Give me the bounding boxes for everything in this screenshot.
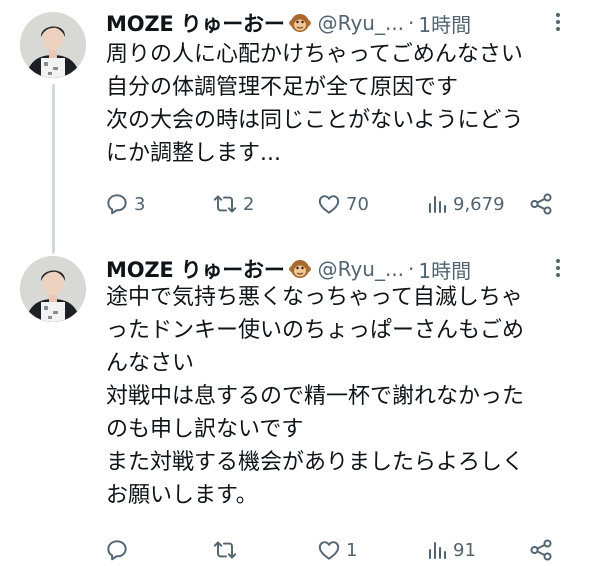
- reply-icon: [107, 194, 127, 215]
- tweet-text-line: 自分の体調管理不足が全て原因です: [106, 75, 459, 100]
- views-button[interactable]: 91: [425, 535, 476, 565]
- view-count: 9,679: [453, 193, 505, 215]
- reply-button[interactable]: [104, 535, 134, 565]
- tweet-text-line: 対戦中は息するので精一杯で謝れなかった: [106, 384, 525, 409]
- heart-icon: [318, 541, 340, 560]
- more-options-icon[interactable]: [544, 8, 572, 36]
- tweet-text-line: お願いします。: [106, 483, 258, 508]
- author-name[interactable]: MOZE りゅーおー: [106, 254, 285, 284]
- views-button[interactable]: 9,679: [425, 189, 505, 219]
- view-count: 91: [453, 539, 476, 561]
- separator-dot: ·: [408, 257, 415, 281]
- tweet-2[interactable]: MOZE りゅーおー @Ryu_... · 1時間 途中で気持ち悪くなっちゃって…: [0, 250, 590, 566]
- share-icon: [530, 193, 552, 215]
- author-handle[interactable]: @Ryu_...: [318, 257, 404, 281]
- retweet-icon: [213, 195, 237, 213]
- more-options-icon[interactable]: [544, 254, 572, 282]
- tweet-text-line: 次の大会の時は同じことがないようにどう: [106, 108, 524, 133]
- thread-connector-line: [52, 84, 55, 254]
- like-count: 1: [346, 539, 358, 561]
- retweet-icon: [213, 541, 237, 559]
- tweet-text: 途中で気持ち悪くなっちゃって自滅しちゃ ったドンキー使いのちょっぱーさんもごめ …: [106, 281, 584, 512]
- tweet-actions: 3 2 70 9,679: [104, 189, 560, 219]
- tweet-thread: MOZE りゅーおー @Ryu_... · 1時間 周りの人に心配かけちゃってご…: [0, 0, 590, 566]
- author-handle[interactable]: @Ryu_...: [318, 11, 404, 35]
- share-icon: [530, 539, 552, 561]
- share-button[interactable]: [528, 535, 554, 565]
- timestamp[interactable]: 1時間: [418, 255, 471, 284]
- timestamp[interactable]: 1時間: [418, 9, 471, 38]
- retweet-button[interactable]: [211, 535, 243, 565]
- reply-button[interactable]: 3: [104, 189, 145, 219]
- like-button[interactable]: 70: [316, 189, 369, 219]
- tweet-text: 周りの人に心配かけちゃってごめんなさい 自分の体調管理不足が全て原因です 次の大…: [106, 38, 584, 170]
- author-name[interactable]: MOZE りゅーおー: [106, 8, 285, 38]
- heart-icon: [318, 195, 340, 214]
- views-chart-icon: [429, 542, 446, 559]
- tweet-text-line: また対戦する機会がありましたらよろしく: [106, 450, 525, 475]
- retweet-button[interactable]: 2: [211, 189, 254, 219]
- like-button[interactable]: 1: [316, 535, 357, 565]
- like-count: 70: [346, 193, 369, 215]
- tweet-text-line: 途中で気持ち悪くなっちゃって自滅しちゃ: [106, 285, 523, 310]
- reply-count: 3: [134, 193, 146, 215]
- tweet-text-line: のも申し訳ないです: [106, 417, 304, 442]
- reply-icon: [107, 540, 127, 561]
- avatar[interactable]: [20, 12, 86, 78]
- avatar-photo: [20, 12, 86, 78]
- tweet-header: MOZE りゅーおー @Ryu_... · 1時間: [106, 6, 536, 40]
- monkey-emoji-icon: [288, 11, 312, 35]
- tweet-1[interactable]: MOZE りゅーおー @Ryu_... · 1時間 周りの人に心配かけちゃってご…: [0, 0, 590, 254]
- separator-dot: ·: [408, 11, 415, 35]
- retweet-count: 2: [243, 193, 255, 215]
- avatar-photo: [20, 256, 86, 322]
- tweet-text-line: ったドンキー使いのちょっぱーさんもごめ: [106, 318, 525, 343]
- tweet-text-line: 周りの人に心配かけちゃってごめんなさい: [106, 42, 523, 67]
- avatar[interactable]: [20, 256, 86, 322]
- monkey-emoji-icon: [288, 257, 312, 281]
- tweet-text-line: んなさい: [106, 351, 195, 376]
- views-chart-icon: [429, 196, 446, 213]
- share-button[interactable]: [528, 189, 554, 219]
- tweet-actions: 1 91: [104, 535, 560, 565]
- tweet-text-line: にか調整します...: [106, 141, 281, 166]
